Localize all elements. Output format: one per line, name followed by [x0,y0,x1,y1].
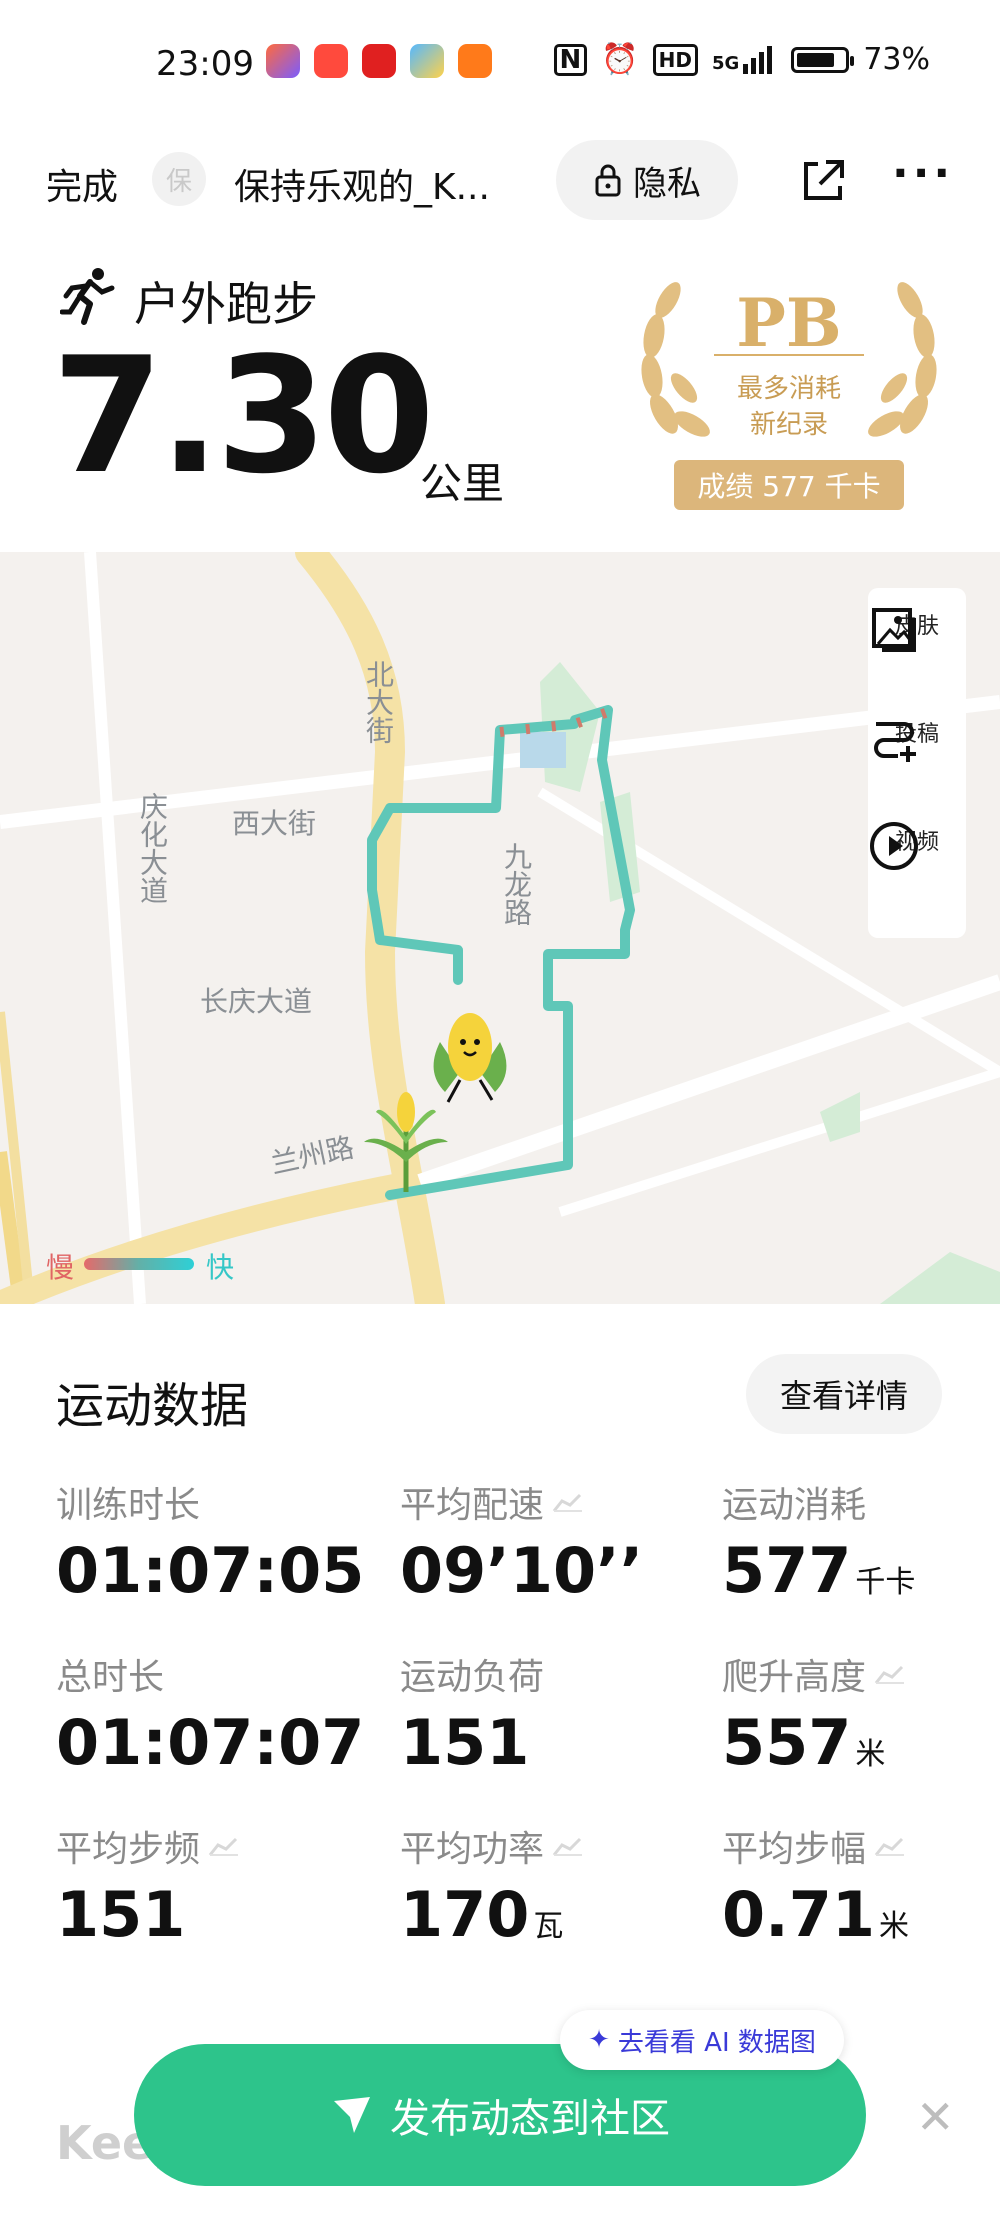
submit-button[interactable]: 投稿 [868,712,966,762]
page-title: 保持乐观的_K... [234,167,490,208]
metric-avg-cadence[interactable]: 平均步频 151 [56,1820,240,1951]
metric-unit: 米 [878,1909,909,1944]
trend-chart-icon [208,1837,239,1856]
image-icon [872,608,916,652]
notification-icons [266,44,492,78]
trend-chart-icon [874,1665,905,1684]
metric-training-time: 训练时长 01:07:05 [56,1476,364,1607]
section-title: 运动数据 [56,1378,249,1434]
running-icon [60,268,115,325]
distance-value: 7.30 [52,322,435,509]
hd-icon: HD [652,43,698,76]
metric-avg-stride[interactable]: 平均步幅 0.71 米 [722,1820,909,1951]
metric-avg-power[interactable]: 平均功率 170 瓦 [400,1820,584,1951]
pace-legend-bar [84,1258,194,1270]
metric-training-load: 运动负荷 151 [400,1648,544,1779]
legend-slow: 慢 [46,1251,75,1284]
more-options-icon[interactable]: ··· [892,148,954,199]
alarm-icon: ⏰ [601,42,639,77]
status-bar: 23:09 N ⏰ HD 5G 73% [0,0,1000,128]
street-label: 庆化大道 [136,792,169,904]
metric-label: 总时长 [56,1657,165,1698]
route-submit-icon [874,722,916,762]
trend-chart-icon [552,1493,583,1512]
post-button-label: 发布动态到社区 [390,2096,670,2142]
battery-percent: 73% [863,42,930,77]
ai-data-chart-chip[interactable]: ✦ 去看看 AI 数据图 [560,2010,844,2070]
metric-unit: 米 [855,1737,886,1772]
video-app-icon [458,44,492,78]
signal-label: 5G [712,52,740,74]
route-map[interactable]: 北大街 西大街 庆化大道 九龙路 长庆大道 兰州路 皮肤 投稿 视频 [0,552,1000,1304]
metric-label: 平均功率 [400,1829,545,1870]
signal-bars-icon [743,45,773,74]
pb-line2: 新纪录 [749,410,828,440]
privacy-button[interactable]: 隐私 [556,140,738,220]
metric-value: 170 [400,1878,530,1951]
app-notification-icon [266,44,300,78]
start-marker-icon [364,1092,448,1192]
pb-title: PB [736,284,842,362]
ai-chip-label: 去看看 AI 数据图 [617,2027,816,2058]
privacy-label: 隐私 [633,163,701,204]
metric-value: 01:07:07 [56,1706,365,1779]
metric-unit: 瓦 [533,1909,564,1944]
app-notification-icon [362,44,396,78]
done-button[interactable]: 完成 [46,158,118,210]
street-label: 长庆大道 [200,985,313,1018]
status-time: 23:09 [156,44,254,84]
metric-value: 09’10’’ [400,1534,644,1607]
metric-value: 151 [56,1878,186,1951]
trend-chart-icon [552,1837,583,1856]
metric-value: 151 [400,1706,530,1779]
metric-value: 01:07:05 [56,1534,365,1607]
metric-label: 平均配速 [400,1485,545,1526]
map-canvas [0,552,1000,1304]
trend-chart-icon [874,1837,905,1856]
metric-avg-pace[interactable]: 平均配速 09’10’’ [400,1476,643,1607]
pb-line1: 最多消耗 [736,374,841,404]
sparkle-icon: ✦ [588,2025,610,2055]
video-button[interactable]: 视频 [868,820,966,870]
metric-calories: 运动消耗 577 千卡 [722,1476,915,1607]
metric-value: 577 [722,1534,852,1607]
lock-icon [595,164,621,197]
pb-score: 成绩 577 千卡 [674,460,904,510]
status-indicators: N ⏰ HD 5G 73% [553,42,930,77]
metric-label: 运动消耗 [722,1485,867,1526]
street-label: 九龙路 [500,842,533,926]
view-details-button[interactable]: 查看详情 [746,1354,942,1434]
pb-divider [714,354,864,356]
pb-badge[interactable]: PB 最多消耗 新纪录 成绩 577 千卡 [624,264,954,516]
street-label: 西大街 [232,807,317,840]
map-toolbar: 皮肤 投稿 视频 [868,588,966,938]
play-icon [870,822,918,870]
share-icon[interactable] [798,156,848,206]
metric-label: 平均步幅 [722,1829,867,1870]
metric-value: 557 [722,1706,852,1779]
street-label: 北大街 [362,660,395,744]
avatar[interactable]: 保 [152,152,206,206]
metric-label: 训练时长 [56,1485,201,1526]
distance-unit: 公里 [420,459,505,508]
metric-label: 爬升高度 [722,1657,867,1698]
metric-value: 0.71 [722,1878,875,1951]
legend-fast: 快 [206,1251,235,1284]
skin-button[interactable]: 皮肤 [868,604,966,652]
send-icon [334,2097,370,2133]
battery-icon [791,46,855,73]
metric-unit: 千卡 [855,1565,916,1600]
metric-total-time: 总时长 01:07:07 [56,1648,364,1779]
close-icon[interactable]: ✕ [916,2090,955,2144]
metric-label: 平均步频 [56,1829,201,1870]
app-notification-icon [314,44,348,78]
top-bar: 完成 保 保持乐观的_K... 隐私 ··· [0,128,1000,238]
nfc-icon: N [553,43,588,76]
metric-label: 运动负荷 [400,1657,545,1698]
signal-icon: 5G [712,45,777,74]
weather-app-icon [410,44,444,78]
metric-elevation-gain[interactable]: 爬升高度 557 米 [722,1648,906,1779]
